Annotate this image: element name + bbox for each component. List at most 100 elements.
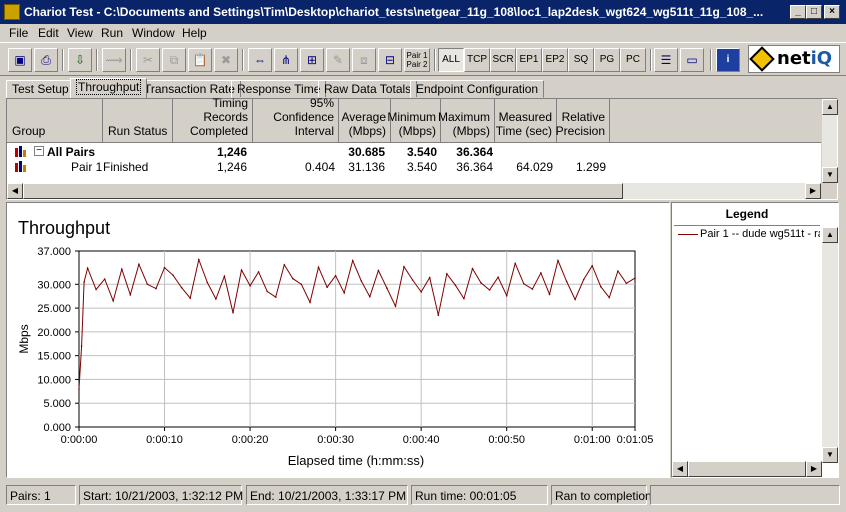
cell-measured-time: 64.029: [516, 160, 553, 174]
tab-throughput[interactable]: Throughput: [70, 78, 148, 98]
cell-timing: 1,246: [216, 145, 247, 159]
filter-sq-button[interactable]: SQ: [568, 48, 594, 72]
edit-pair-button[interactable]: ✎: [326, 48, 350, 72]
add-group-button[interactable]: ⊞: [300, 48, 324, 72]
print-button[interactable]: ⎙: [34, 48, 58, 72]
legend-entry-pair-1[interactable]: Pair 1 -- dude wg511t - ra: [678, 228, 820, 242]
status-state: Ran to completion: [551, 485, 652, 505]
data-point: [411, 279, 414, 281]
chart-title: Throughput: [18, 218, 110, 238]
menu-edit[interactable]: Edit: [38, 26, 59, 40]
legend-pane: Legend Pair 1 -- dude wg511t - ra ▲ ▼ ◀ …: [671, 202, 839, 478]
data-point: [437, 314, 440, 316]
menu-run[interactable]: Run: [101, 26, 123, 40]
save-button[interactable]: ▣: [8, 48, 32, 72]
x-tick-label: 0:00:30: [317, 434, 354, 446]
legend-horizontal-scrollbar[interactable]: ◀ ▶: [672, 461, 822, 477]
data-point: [377, 269, 380, 272]
data-point: [80, 345, 83, 347]
data-point: [309, 301, 311, 304]
grid-view-button[interactable]: ☰: [654, 48, 678, 72]
filter-ep1-button[interactable]: EP1: [516, 48, 542, 72]
renumber-button[interactable]: ⊟: [378, 48, 402, 72]
grid-horizontal-scrollbar[interactable]: ◀ ▶: [7, 183, 821, 199]
legend-vertical-scrollbar[interactable]: ▲ ▼: [822, 227, 838, 463]
toolbar-separator: [710, 49, 712, 71]
col-header-relative-precision[interactable]: Relative Precision: [556, 99, 610, 143]
run-icon: ⇩: [74, 53, 86, 67]
paste-button[interactable]: 📋: [188, 48, 212, 72]
chart-grid: [78, 250, 636, 428]
legend-scroll-right[interactable]: ▶: [806, 461, 822, 477]
filter-ep2-button[interactable]: EP2: [542, 48, 568, 72]
table-row-all-pairs[interactable]: − All Pairs 1,246 30.685 3.540 36.364: [7, 144, 821, 160]
filter-pg-button[interactable]: PG: [594, 48, 620, 72]
stop-button[interactable]: ⟿: [102, 48, 126, 72]
filter-pc-button[interactable]: PC: [620, 48, 646, 72]
y-tick-label: 5.000: [43, 398, 71, 410]
collapse-toggle[interactable]: −: [34, 146, 44, 156]
data-point: [369, 295, 371, 298]
menu-window[interactable]: Window: [132, 26, 175, 40]
filter-tcp-button[interactable]: TCP: [464, 48, 490, 72]
scroll-down-button[interactable]: ▼: [822, 167, 838, 183]
info-button[interactable]: i: [716, 48, 740, 72]
plot-area: [78, 250, 636, 428]
menu-view[interactable]: View: [67, 26, 93, 40]
col-header-minimum[interactable]: Minimum (Mbps): [387, 99, 441, 143]
list-icon: ☰: [660, 53, 672, 67]
copy-button[interactable]: ⧉: [162, 48, 186, 72]
data-point: [155, 287, 157, 290]
col-header-timing-records[interactable]: Timing Records Completed: [173, 96, 253, 143]
col-header-measured-time[interactable]: Measured Time (sec): [495, 99, 557, 143]
filter-all-button[interactable]: ALL: [438, 48, 464, 72]
legend-scroll-left[interactable]: ◀: [672, 461, 688, 477]
close-button[interactable]: ×: [824, 5, 840, 19]
run-button[interactable]: ⇩: [68, 48, 92, 72]
data-point: [531, 288, 534, 290]
scroll-up-button[interactable]: ▲: [822, 99, 838, 115]
x-tick-label: 0:00:50: [488, 434, 525, 446]
cut-button[interactable]: ✂: [136, 48, 160, 72]
table-row-pair-1[interactable]: Pair 1 Finished 1,246 0.404 31.136 3.540…: [7, 159, 821, 175]
col-header-group[interactable]: Group: [7, 99, 103, 143]
renumber-icon: ⊟: [384, 53, 396, 67]
scroll-right-button[interactable]: ▶: [805, 183, 821, 199]
col-header-measured-label: Measured Time (sec): [495, 110, 552, 138]
legend-swatch: [678, 233, 698, 235]
col-header-confidence[interactable]: 95% Confidence Interval: [253, 96, 339, 143]
tab-test-setup[interactable]: Test Setup: [6, 80, 75, 98]
grid-vertical-scrollbar[interactable]: ▲ ▼: [821, 99, 838, 183]
scroll-left-button[interactable]: ◀: [7, 183, 23, 199]
chart-view-button[interactable]: ▭: [680, 48, 704, 72]
delete-button[interactable]: ✖: [214, 48, 238, 72]
legend-scroll-down[interactable]: ▼: [822, 447, 838, 463]
cell-timing: 1,246: [216, 160, 247, 174]
data-point: [180, 286, 183, 289]
tab-endpoint-configuration[interactable]: Endpoint Configuration: [410, 80, 545, 98]
col-header-run-status[interactable]: Run Status: [103, 99, 173, 143]
legend-scroll-thumb[interactable]: [688, 461, 806, 477]
throughput-chart: Throughput 0.000 5.000 10.000 15.000 20.000 2…: [17, 218, 653, 468]
pair-toggle-button[interactable]: Pair 1 Pair 2: [404, 48, 430, 72]
col-header-maximum[interactable]: Maximum (Mbps): [438, 99, 495, 143]
col-header-average[interactable]: Average (Mbps): [339, 99, 391, 143]
legend-scroll-up[interactable]: ▲: [822, 227, 838, 243]
data-point: [523, 283, 525, 285]
copy-icon: ⧉: [169, 53, 179, 67]
replicate-button[interactable]: ⧈: [352, 48, 376, 72]
menu-help[interactable]: Help: [182, 26, 207, 40]
filter-scr-button[interactable]: SCR: [490, 48, 516, 72]
add-multicast-button[interactable]: ⋔: [274, 48, 298, 72]
group-icon: ⊞: [306, 53, 318, 67]
y-tick-label: 30.000: [37, 279, 71, 291]
menu-file[interactable]: File: [9, 26, 28, 40]
maximize-button[interactable]: □: [806, 5, 822, 19]
status-pairs: Pairs: 1: [6, 485, 76, 505]
scroll-thumb[interactable]: [23, 183, 623, 199]
data-point: [634, 277, 636, 279]
cell-minimum: 3.540: [406, 145, 437, 159]
add-pair-button[interactable]: ⇔: [248, 48, 272, 72]
minimize-button[interactable]: _: [790, 5, 806, 19]
logo-mark: [749, 46, 775, 72]
